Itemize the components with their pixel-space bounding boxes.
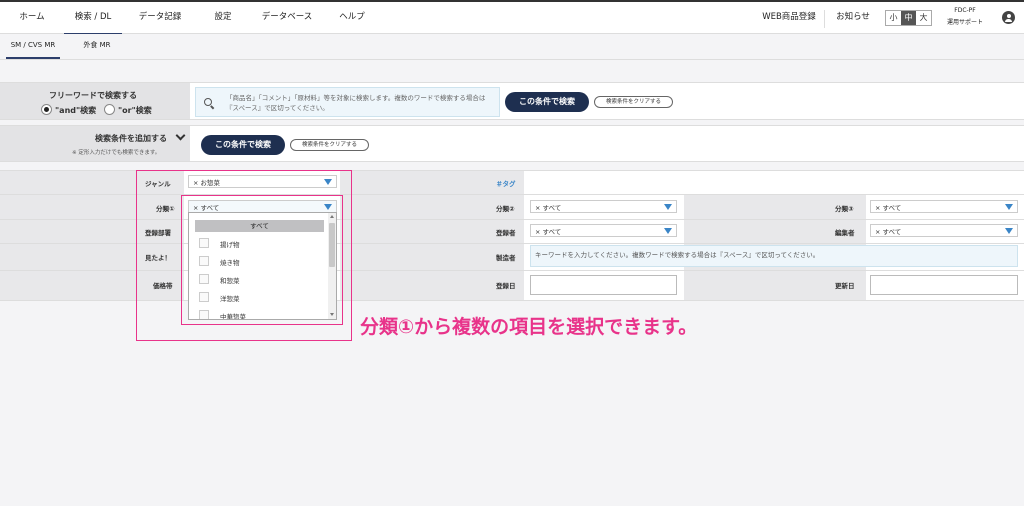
or-search-radio[interactable] bbox=[104, 104, 115, 115]
reg-date-label: 登録日 bbox=[496, 282, 516, 290]
and-search-radio[interactable] bbox=[41, 104, 52, 115]
bunrui3-label: 分類③ bbox=[835, 205, 854, 213]
nav-settings[interactable]: 設定 bbox=[203, 2, 243, 35]
freeword-title: フリーワードで検索する bbox=[49, 91, 137, 100]
chevron-down-icon[interactable] bbox=[175, 130, 186, 141]
or-search-label: "or"検索 bbox=[118, 106, 152, 115]
dropdown-arrow-icon bbox=[1005, 204, 1013, 210]
freeword-placeholder: 「商品名」「コメント」「原材料」等を対象に検索します。複数のワードで検索する場合… bbox=[226, 94, 486, 112]
search-icon bbox=[204, 98, 212, 106]
bunrui2-label: 分類② bbox=[496, 205, 515, 213]
condition-search-button[interactable]: この条件で検索 bbox=[201, 135, 285, 155]
nav-database[interactable]: データベース bbox=[252, 2, 322, 35]
add-condition-title: 検索条件を追加する bbox=[95, 134, 167, 143]
registrant-value: × すべて bbox=[535, 228, 562, 236]
and-search-label: "and"検索 bbox=[55, 106, 97, 115]
font-size-small-button[interactable]: 小 bbox=[886, 11, 901, 25]
nav-search-dl[interactable]: 検索 / DL bbox=[64, 2, 122, 35]
freeword-clear-button[interactable]: 検索条件をクリアする bbox=[594, 96, 673, 108]
font-size-medium-button[interactable]: 中 bbox=[901, 11, 916, 25]
registrant-select[interactable]: × すべて bbox=[530, 224, 677, 237]
editor-label: 編集者 bbox=[835, 229, 855, 237]
user-icon[interactable] bbox=[1002, 11, 1015, 24]
bunrui2-select[interactable]: × すべて bbox=[530, 200, 677, 213]
add-condition-label-cell[interactable]: 検索条件を追加する ※ 定形入力だけでも検索できます。 bbox=[0, 126, 190, 161]
maker-keyword-input[interactable]: キーワードを入力してください。複数ワードで検索する場合は『スペース』で区切ってく… bbox=[530, 245, 1018, 267]
nav-data-record[interactable]: データ記録 bbox=[130, 2, 190, 35]
freeword-search-row: フリーワードで検索する "and"検索 "or"検索 「商品名」「コメント」「原… bbox=[0, 82, 1024, 120]
registrant-label: 登録者 bbox=[496, 229, 516, 237]
maker-placeholder: キーワードを入力してください。複数ワードで検索する場合は『スペース』で区切ってく… bbox=[535, 251, 820, 259]
condition-clear-button[interactable]: 検索条件をクリアする bbox=[290, 139, 369, 151]
tab-sm-cvs-mr[interactable]: SM / CVS MR bbox=[6, 34, 60, 59]
annotation-text: 分類①から複数の項目を選択できます。 bbox=[360, 316, 698, 338]
nav-divider bbox=[824, 10, 825, 28]
update-date-label: 更新日 bbox=[835, 282, 855, 290]
bunrui3-select[interactable]: × すべて bbox=[870, 200, 1018, 213]
top-navigation: ホーム 検索 / DL データ記録 設定 データベース ヘルプ WEB商品登録 … bbox=[0, 0, 1024, 35]
nav-web-register[interactable]: WEB商品登録 bbox=[756, 2, 822, 35]
nav-home[interactable]: ホーム bbox=[10, 2, 54, 35]
font-size-large-button[interactable]: 大 bbox=[916, 11, 931, 25]
tag-value-cell bbox=[524, 170, 1024, 194]
maker-label: 製造者 bbox=[496, 254, 516, 262]
company-info[interactable]: FDC-PF 運用サポート bbox=[940, 5, 990, 29]
font-size-switcher: 小 中 大 bbox=[885, 10, 932, 26]
update-date-input[interactable] bbox=[870, 275, 1018, 295]
tag-label: ＃タグ bbox=[496, 180, 516, 188]
annotation-inner-box bbox=[181, 195, 343, 325]
bunrui2-value: × すべて bbox=[535, 204, 562, 212]
dropdown-arrow-icon bbox=[664, 228, 672, 234]
editor-select[interactable]: × すべて bbox=[870, 224, 1018, 237]
freeword-search-button[interactable]: この条件で検索 bbox=[505, 92, 589, 112]
nav-help[interactable]: ヘルプ bbox=[330, 2, 374, 35]
nav-notice[interactable]: お知らせ bbox=[830, 2, 876, 35]
bunrui3-value: × すべて bbox=[875, 204, 902, 212]
tab-gaishoku-mr[interactable]: 外食 MR bbox=[72, 34, 122, 59]
support-label: 運用サポート bbox=[946, 19, 983, 26]
add-condition-note: ※ 定形入力だけでも検索できます。 bbox=[72, 150, 161, 156]
dropdown-arrow-icon bbox=[1005, 228, 1013, 234]
freeword-label-cell: フリーワードで検索する "and"検索 "or"検索 bbox=[0, 83, 190, 119]
sub-tabs: SM / CVS MR 外食 MR bbox=[0, 34, 1024, 60]
editor-value: × すべて bbox=[875, 228, 902, 236]
add-condition-row: 検索条件を追加する ※ 定形入力だけでも検索できます。 この条件で検索 検索条件… bbox=[0, 125, 1024, 162]
dropdown-arrow-icon bbox=[664, 204, 672, 210]
freeword-input[interactable]: 「商品名」「コメント」「原材料」等を対象に検索します。複数のワードで検索する場合… bbox=[195, 87, 500, 117]
reg-date-input[interactable] bbox=[530, 275, 677, 295]
company-name: FDC-PF bbox=[954, 7, 976, 14]
